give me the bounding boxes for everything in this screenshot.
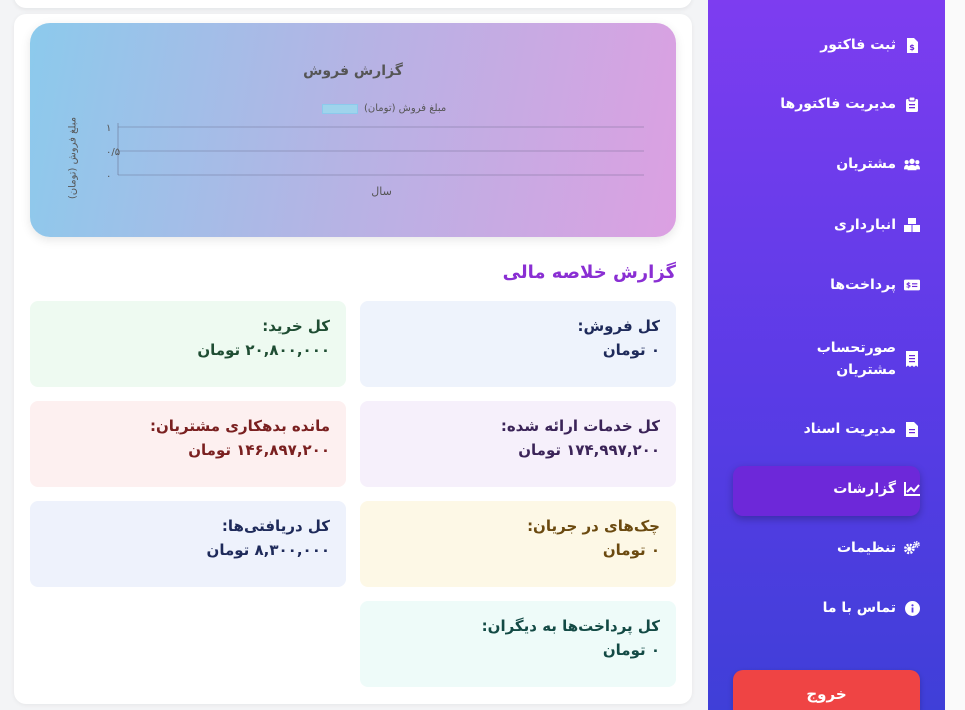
stat-total-purchases: کل خرید: ۲۰,۸۰۰,۰۰۰ تومان [30,301,346,387]
nav-item-contact[interactable]: تماس با ما [823,600,920,616]
stat-label: کل خدمات ارائه شده: [500,417,660,435]
nav-item-documents[interactable]: مدیریت اسناد [804,421,920,437]
previous-card [14,0,692,8]
stat-label: کل خرید: [262,317,330,335]
y-tick-label: ۰ [106,171,111,182]
nav-label: مدیریت اسناد [803,421,896,437]
stat-value: ۱۷۴,۹۹۷,۲۰۰ تومان [518,441,660,459]
stat-label: چک‌های در جریان: [527,517,660,535]
nav-label: مدیریت فاکتورها [780,96,896,112]
users-icon [904,156,920,172]
invoice-dollar-icon: $ [904,37,920,53]
nav-label: مشتریان [836,362,896,378]
chart-plot: ۱ ۰/۵ ۰ [106,123,644,182]
nav-label: تماس با ما [822,600,896,616]
nav-label-group: صورتحساب مشتریان [817,337,896,381]
nav-item-new-invoice[interactable]: $ ثبت فاکتور [820,37,920,53]
stat-value: ۱۴۶,۸۹۷,۲۰۰ تومان [188,441,330,459]
nav-label: انبارداری [834,217,896,233]
stat-label: کل دریافتی‌ها: [221,517,330,535]
nav-label: ثبت فاکتور [820,37,896,53]
nav-label: پرداخت‌ها [830,277,896,293]
nav-label: گزارشات [833,481,896,497]
nav-item-manage-invoices[interactable]: مدیریت فاکتورها [780,96,920,112]
file-icon [904,421,920,437]
financial-summary-heading: گزارش خلاصه مالی [502,262,676,283]
stat-label: مانده بدهکاری مشتریان: [149,417,330,435]
nav-label: مشتریان [836,156,896,172]
y-tick-label: ۱ [106,123,111,134]
sidebar-scroll-edge [945,0,965,710]
stat-value: ۰ تومان [602,341,660,359]
receipt-icon [904,351,920,367]
svg-text:$: $ [906,281,911,290]
nav-item-settings[interactable]: تنظیمات [837,540,920,556]
x-axis-label: سال [371,185,392,198]
nav-item-reports[interactable]: گزارشات [833,481,920,497]
boxes-icon [904,217,920,233]
stat-value: ۸,۳۰۰,۰۰۰ تومان [206,541,330,559]
logout-button[interactable]: خروج [733,670,920,710]
nav-item-customers[interactable]: مشتریان [836,156,920,172]
nav-label: تنظیمات [836,540,896,556]
stat-total-services: کل خدمات ارائه شده: ۱۷۴,۹۹۷,۲۰۰ تومان [360,401,676,487]
stat-total-paid-out: کل پرداخت‌ها به دیگران: ۰ تومان [360,601,676,687]
y-tick-label: ۰/۵ [106,147,120,158]
stat-value: ۰ تومان [602,541,660,559]
nav-item-inventory[interactable]: انبارداری [834,217,920,233]
stat-total-received: کل دریافتی‌ها: ۸,۳۰۰,۰۰۰ تومان [30,501,346,587]
nav-item-customer-statements[interactable]: صورتحساب مشتریان [817,337,920,381]
money-bill-icon: $ [904,277,920,293]
stat-customer-debt: مانده بدهکاری مشتریان: ۱۴۶,۸۹۷,۲۰۰ تومان [30,401,346,487]
stat-value: ۲۰,۸۰۰,۰۰۰ تومان [197,341,330,359]
stat-label: کل پرداخت‌ها به دیگران: [481,617,660,635]
clipboard-icon [904,96,920,112]
nav-label: صورتحساب [816,340,896,356]
cogs-icon [904,540,920,556]
stat-label: کل فروش: [577,317,660,335]
sales-chart-card: گزارش فروش مبلغ فروش (تومان) مبلغ فروش (… [30,23,676,237]
stat-pending-checks: چک‌های در جریان: ۰ تومان [360,501,676,587]
nav-item-payments[interactable]: $ پرداخت‌ها [830,277,920,293]
stat-value: ۰ تومان [602,641,660,659]
chart-line-icon [904,481,920,497]
info-circle-icon [904,600,920,616]
stat-total-sales: کل فروش: ۰ تومان [360,301,676,387]
svg-text:$: $ [909,43,915,52]
